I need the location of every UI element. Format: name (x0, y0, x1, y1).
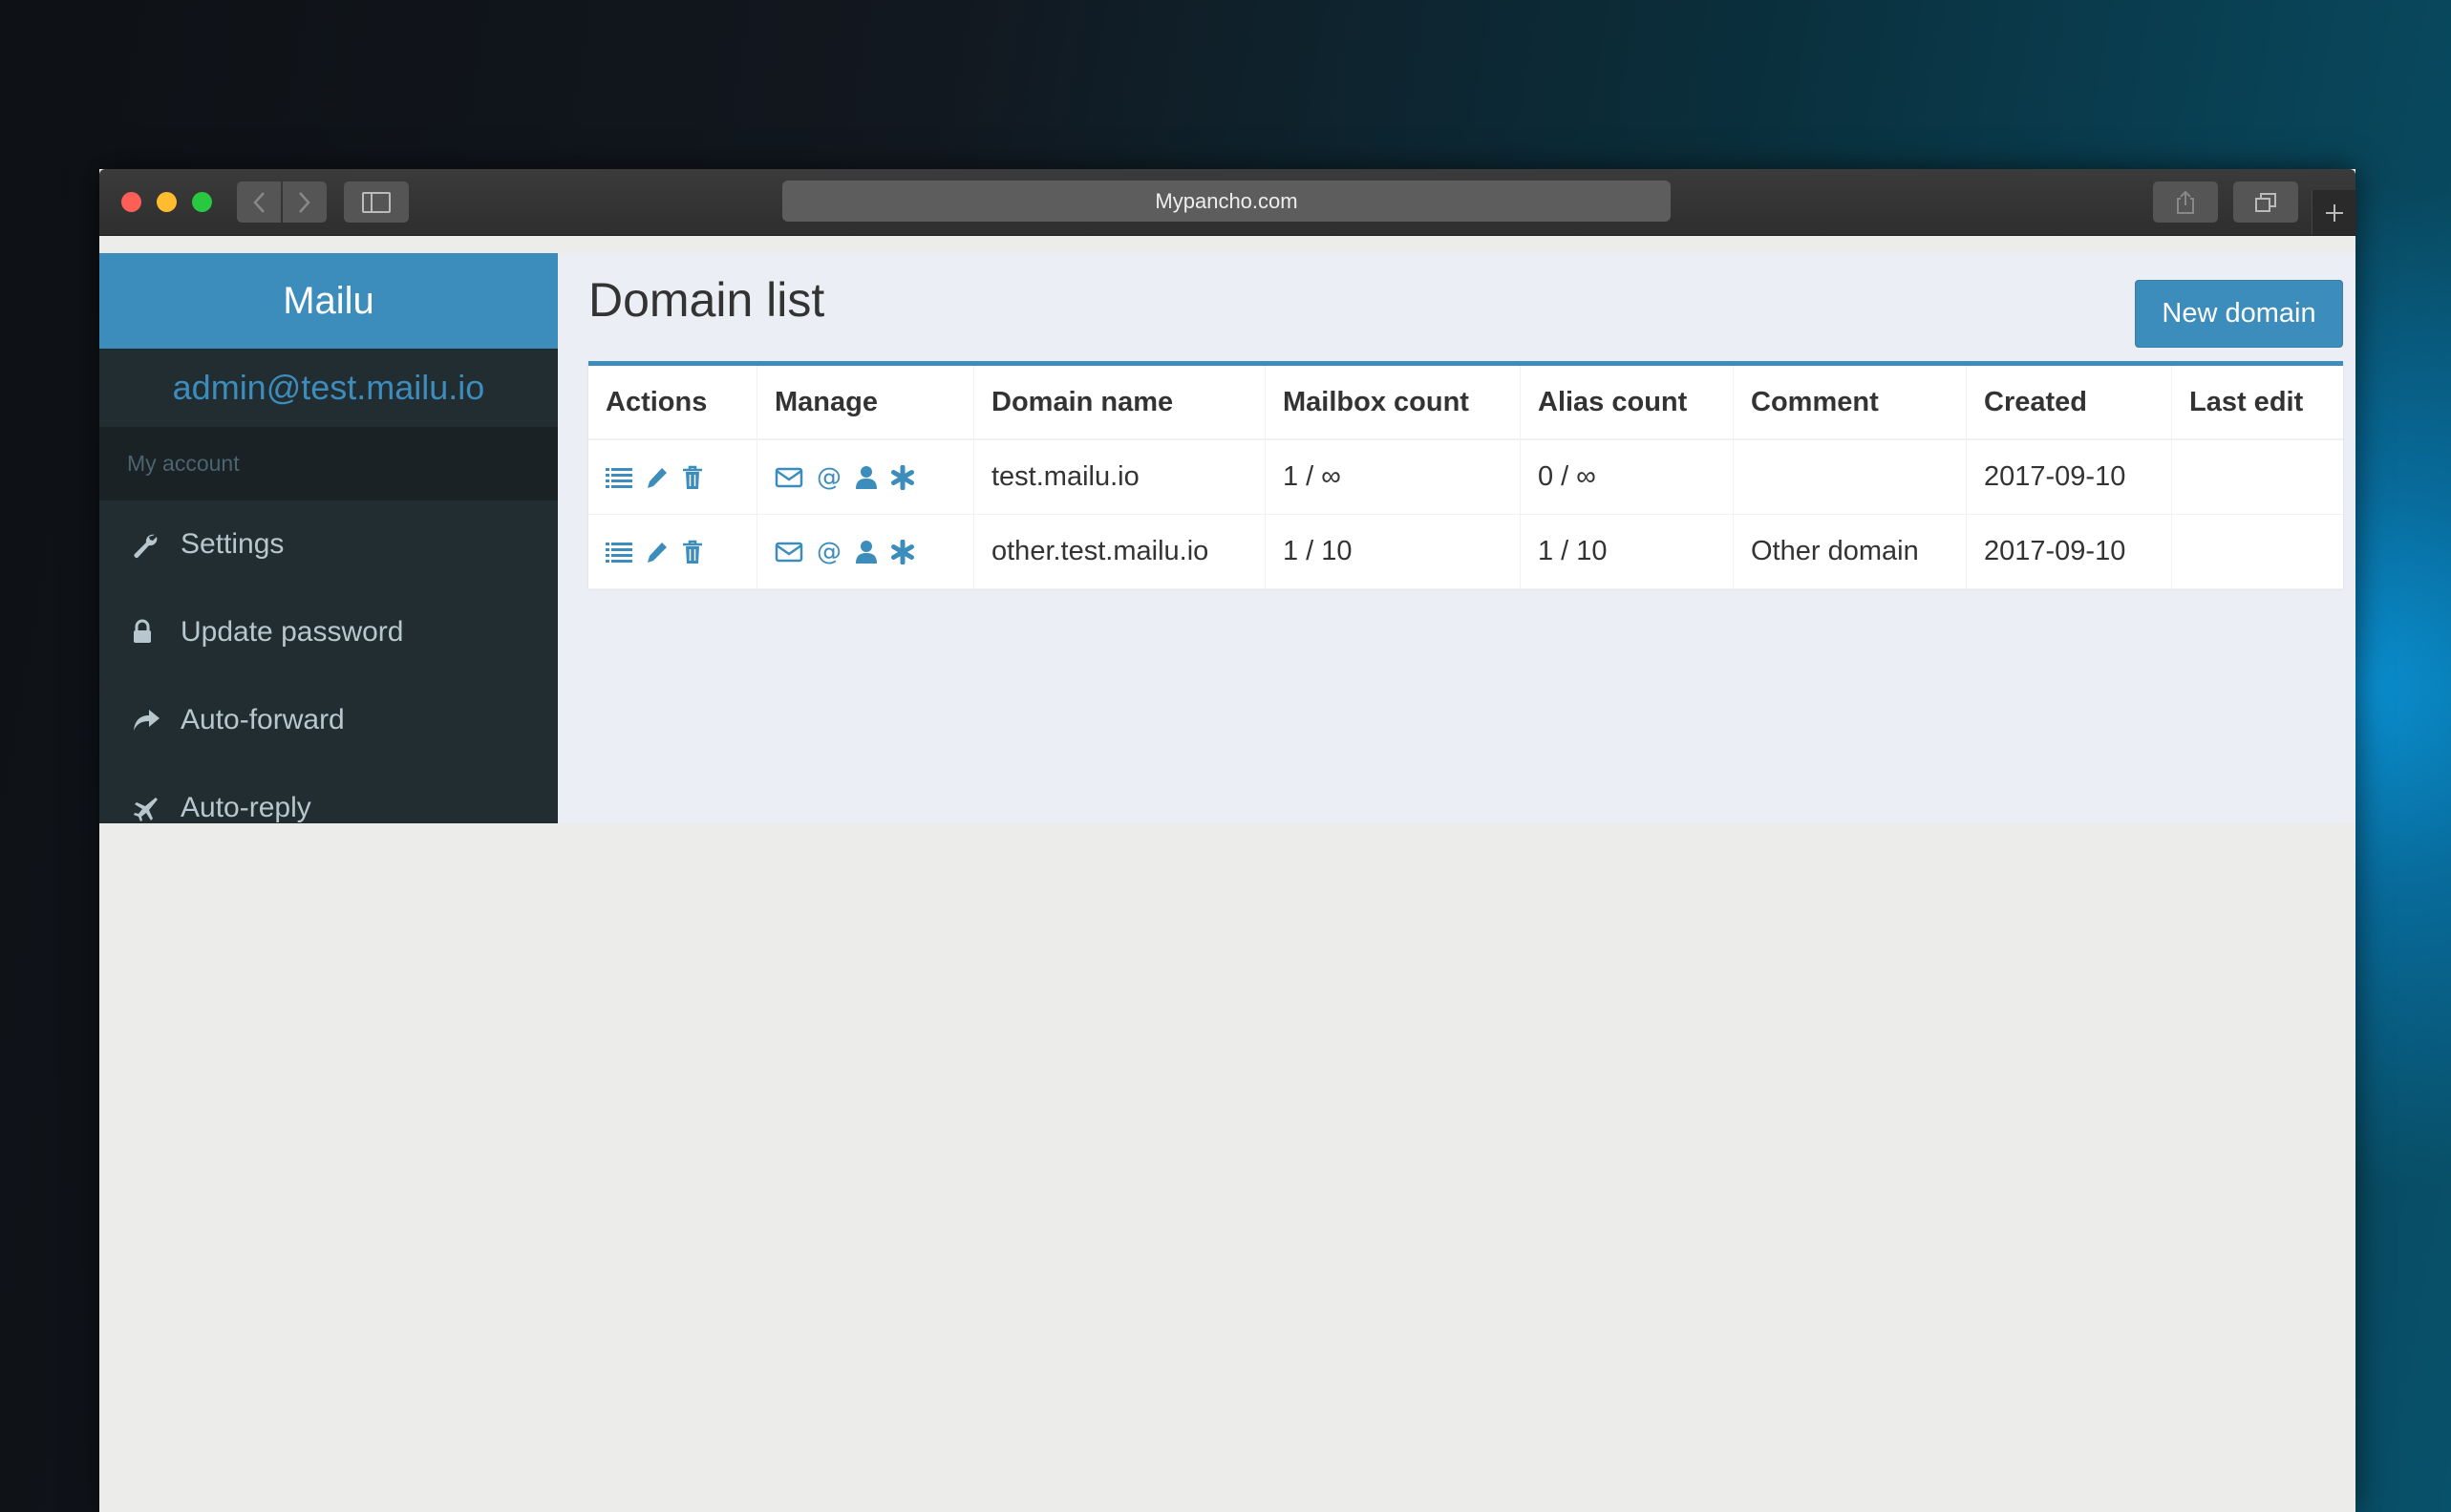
actions-cell (588, 439, 757, 515)
user-icon[interactable] (855, 465, 878, 490)
address-bar[interactable]: Mypancho.com (782, 181, 1671, 222)
new-tab-button[interactable] (2312, 190, 2356, 235)
column-header: Comment (1733, 366, 1967, 440)
envelope-icon[interactable] (775, 541, 803, 564)
page-title: Domain list (588, 273, 825, 327)
actions-cell (588, 514, 757, 589)
last-edit-cell (2171, 514, 2343, 589)
sidebar-item-auto-forward[interactable]: Auto-forward (99, 676, 558, 764)
manage-cell: @ (757, 514, 974, 589)
tabs-icon (2255, 192, 2276, 212)
user-email: admin@test.mailu.io (172, 368, 485, 407)
list-icon[interactable] (606, 541, 632, 564)
alias-count-cell: 0 / ∞ (1520, 439, 1734, 515)
table-row: @ test.mailu.io 1 / ∞ 0 / ∞ 2017-09-10 (588, 439, 2343, 515)
created-cell: 2017-09-10 (1966, 439, 2172, 515)
domain-name-cell: test.mailu.io (973, 439, 1266, 515)
domain-table-box: Actions Manage Domain name Mailbox count… (588, 361, 2343, 589)
lock-icon (131, 619, 181, 646)
plane-icon (131, 794, 181, 822)
list-icon[interactable] (606, 466, 632, 489)
maximize-window-button[interactable] (192, 192, 212, 212)
envelope-icon[interactable] (775, 466, 803, 489)
share-icon (131, 707, 181, 734)
table-header-row: Actions Manage Domain name Mailbox count… (588, 366, 2343, 440)
asterisk-icon[interactable] (890, 464, 915, 490)
new-domain-button[interactable]: New domain (2135, 280, 2343, 348)
sidebar-item-label: Auto-reply (181, 792, 311, 823)
column-header: Domain name (973, 366, 1266, 440)
sidebar-icon (362, 191, 391, 213)
last-edit-cell (2171, 439, 2343, 515)
domain-table: Actions Manage Domain name Mailbox count… (588, 366, 2343, 589)
trash-icon[interactable] (682, 465, 703, 490)
back-button[interactable] (237, 181, 281, 223)
tab-overview-button[interactable] (2233, 181, 2298, 223)
share-icon (2177, 190, 2194, 214)
comment-cell: Other domain (1733, 514, 1967, 589)
alias-count-cell: 1 / 10 (1520, 514, 1734, 589)
column-header: Last edit (2171, 366, 2343, 440)
forward-button[interactable] (283, 181, 327, 223)
column-header: Manage (757, 366, 974, 440)
main-area: Domain list New domain Actions Manage Do… (558, 253, 2355, 823)
sidebar-item-settings[interactable]: Settings (99, 500, 558, 588)
column-header: Created (1966, 366, 2172, 440)
sidebar: Mailu admin@test.mailu.io My account Set… (99, 253, 558, 823)
share-button[interactable] (2153, 181, 2218, 223)
user-icon[interactable] (855, 540, 878, 564)
sidebar-item-label: Auto-forward (181, 704, 345, 735)
pencil-icon[interactable] (645, 540, 670, 564)
domain-name-cell: other.test.mailu.io (973, 514, 1266, 589)
sidebar-item-update-password[interactable]: Update password (99, 588, 558, 676)
pencil-icon[interactable] (645, 465, 670, 490)
asterisk-icon[interactable] (890, 539, 915, 564)
svg-text:@: @ (817, 464, 842, 491)
column-header: Actions (588, 366, 757, 440)
close-window-button[interactable] (121, 192, 141, 212)
created-cell: 2017-09-10 (1966, 514, 2172, 589)
url-text: Mypancho.com (1155, 188, 1298, 213)
brand-logo[interactable]: Mailu (99, 253, 558, 349)
comment-cell (1733, 439, 1967, 515)
mailbox-count-cell: 1 / ∞ (1265, 439, 1521, 515)
browser-window: Mypancho.com Mailu admin@test.mailu.io M… (99, 169, 2356, 1512)
plus-icon (2326, 203, 2343, 222)
table-row: @ other.test.mailu.io 1 / 10 1 / 10 Othe… (588, 514, 2343, 589)
page-content: Mailu admin@test.mailu.io My account Set… (99, 253, 2355, 823)
column-header: Mailbox count (1265, 366, 1521, 440)
sidebar-item-label: Settings (181, 528, 285, 560)
trash-icon[interactable] (682, 540, 703, 564)
at-icon[interactable]: @ (816, 464, 842, 491)
wrench-icon (131, 530, 181, 559)
svg-text:@: @ (817, 539, 842, 565)
chevron-right-icon (299, 191, 310, 213)
column-header: Alias count (1520, 366, 1734, 440)
chevron-left-icon (253, 191, 265, 213)
sidebar-toggle-button[interactable] (344, 181, 409, 223)
browser-titlebar: Mypancho.com (99, 169, 2356, 236)
manage-cell: @ (757, 439, 974, 515)
minimize-window-button[interactable] (157, 192, 177, 212)
sidebar-item-auto-reply[interactable]: Auto-reply (99, 764, 558, 823)
mailbox-count-cell: 1 / 10 (1265, 514, 1521, 589)
at-icon[interactable]: @ (816, 539, 842, 565)
sidebar-section-header: My account (99, 427, 558, 500)
sidebar-item-label: Update password (181, 616, 404, 648)
